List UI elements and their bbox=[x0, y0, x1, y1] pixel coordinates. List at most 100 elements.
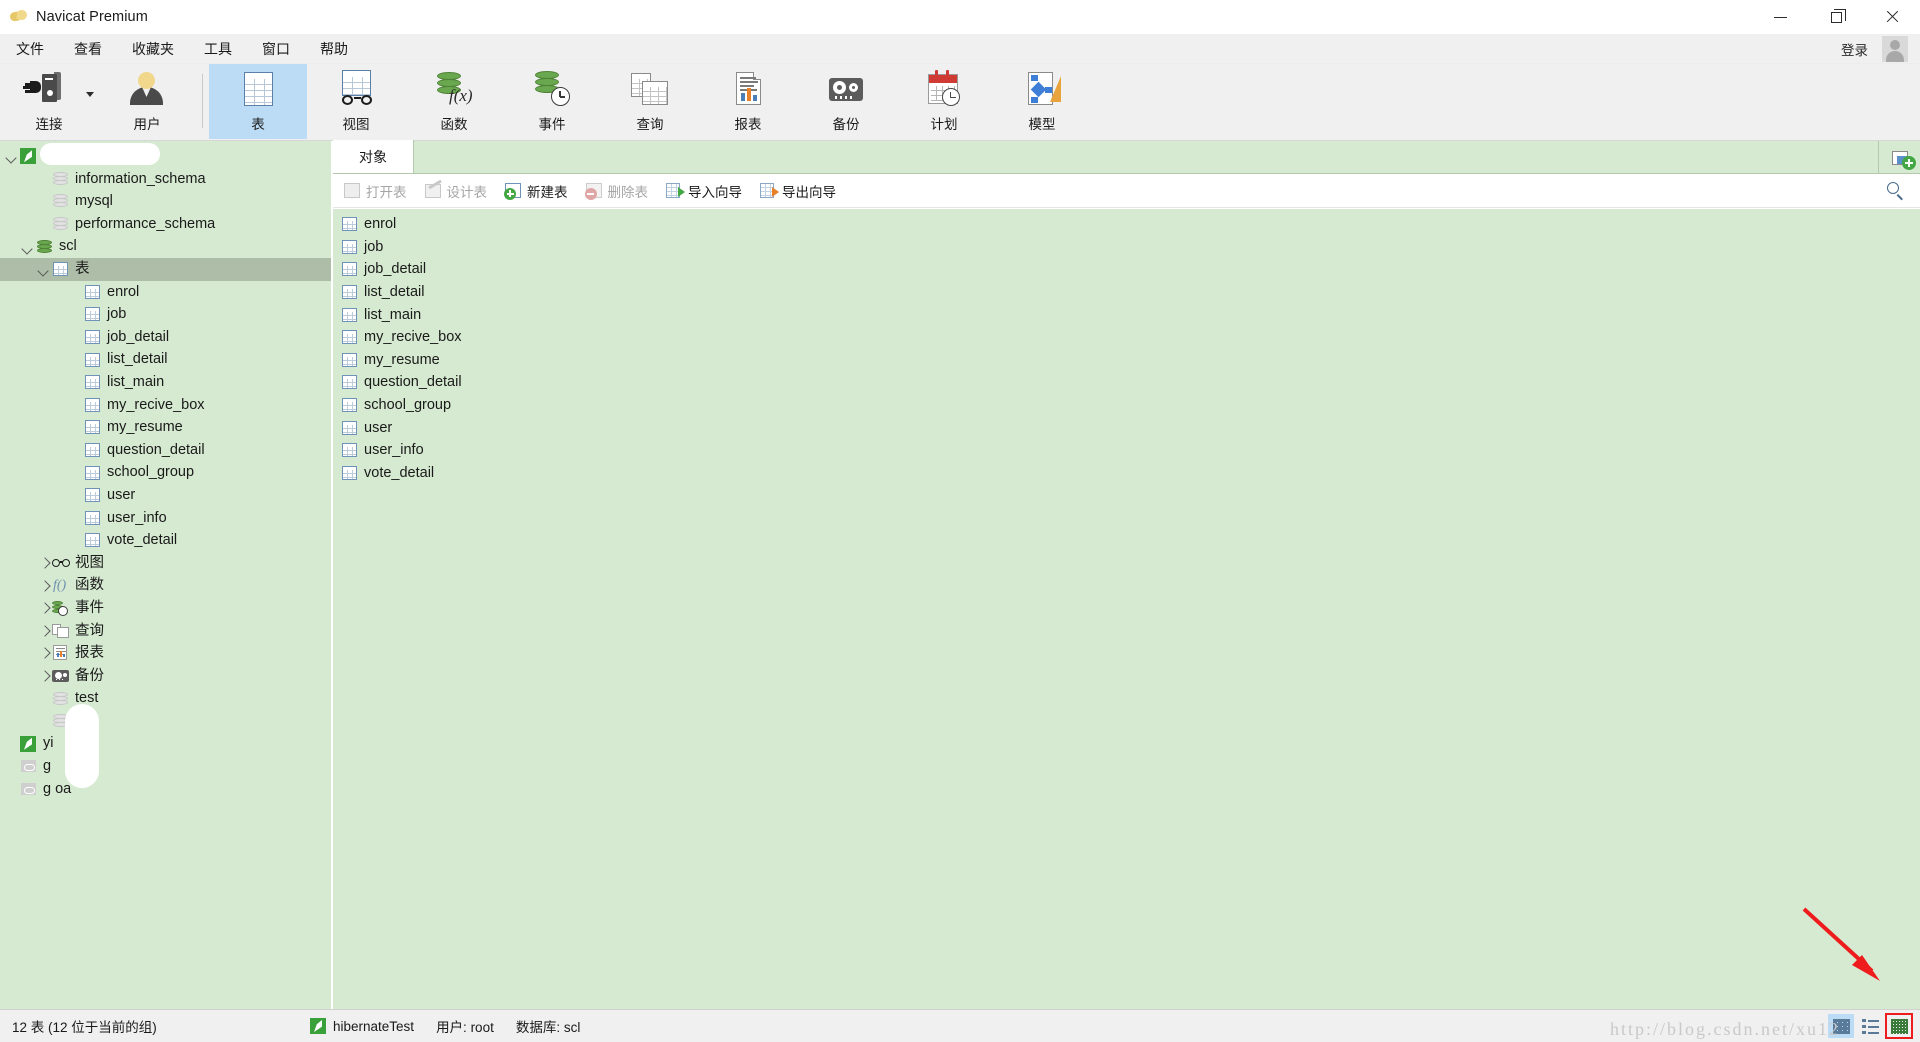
tree-row[interactable]: yi bbox=[0, 732, 333, 755]
toolbar-button-event[interactable]: 事件 bbox=[503, 64, 601, 139]
export-wizard-button[interactable]: 导出向导 bbox=[753, 178, 843, 204]
table-icon bbox=[84, 532, 102, 548]
tree-row[interactable]: xue bbox=[0, 710, 333, 733]
tree-row[interactable]: 报表 bbox=[0, 642, 333, 665]
design-table-button[interactable]: 设计表 bbox=[418, 178, 495, 204]
menu-item-file[interactable]: 文件 bbox=[2, 35, 58, 63]
tab-objects[interactable]: 对象 bbox=[333, 140, 414, 173]
toolbar-button-report[interactable]: 报表 bbox=[699, 64, 797, 139]
navicat-window: Navicat Premium 文件 查看 收藏夹 工具 窗口 帮助 登录 连接 bbox=[0, 0, 1920, 1042]
toolbar-button-table[interactable]: 表 bbox=[209, 64, 307, 139]
event-icon bbox=[52, 600, 70, 617]
menu-item-favorites[interactable]: 收藏夹 bbox=[118, 35, 188, 63]
new-tab-icon[interactable] bbox=[1878, 141, 1920, 174]
tree-row[interactable]: 表 bbox=[0, 257, 333, 281]
tree-row[interactable]: 事件 bbox=[0, 597, 333, 620]
tree-row[interactable]: 查询 bbox=[0, 619, 333, 642]
list-view-icon[interactable] bbox=[1857, 1014, 1883, 1038]
list-item[interactable]: enrol bbox=[333, 213, 1920, 236]
tree-row[interactable]: list_detail bbox=[0, 348, 333, 371]
toolbar-button-user[interactable]: 用户 bbox=[98, 64, 196, 139]
toolbar-button-connection[interactable]: 连接 bbox=[0, 64, 98, 139]
schedule-icon bbox=[921, 70, 967, 110]
minimize-icon[interactable] bbox=[1752, 0, 1808, 34]
tree-row[interactable]: job bbox=[0, 303, 333, 326]
maximize-icon[interactable] bbox=[1808, 0, 1864, 34]
chevron-down-icon[interactable] bbox=[86, 92, 94, 97]
chevron-right-icon[interactable] bbox=[36, 600, 52, 616]
menu-item-help[interactable]: 帮助 bbox=[306, 35, 362, 63]
tree-row[interactable]: my_recive_box bbox=[0, 394, 333, 417]
list-item[interactable]: list_main bbox=[333, 303, 1920, 326]
toolbar-button-model[interactable]: 模型 bbox=[993, 64, 1091, 139]
tree-row[interactable]: question_detail bbox=[0, 439, 333, 462]
import-wizard-icon bbox=[666, 182, 685, 199]
grid-view-icon[interactable] bbox=[1828, 1014, 1854, 1038]
tree-row[interactable]: school_group bbox=[0, 461, 333, 484]
tree-row[interactable]: vote_detail bbox=[0, 529, 333, 552]
content-panel: 对象 打开表 设计表 新建表 删除表 导入向导 导出向导 enrol job j… bbox=[333, 140, 1920, 1009]
close-icon[interactable] bbox=[1864, 0, 1920, 34]
tree-row[interactable]: enrol bbox=[0, 281, 333, 304]
tree-row[interactable]: g bbox=[0, 755, 333, 778]
tree-row[interactable]: 备份 bbox=[0, 665, 333, 688]
toolbar-button-backup[interactable]: 备份 bbox=[797, 64, 895, 139]
tree-row[interactable]: mysql bbox=[0, 190, 333, 213]
menu-item-tools[interactable]: 工具 bbox=[190, 35, 246, 63]
chevron-down-icon[interactable] bbox=[4, 148, 20, 164]
tree-row[interactable]: scl bbox=[0, 235, 333, 258]
list-item[interactable]: my_resume bbox=[333, 349, 1920, 372]
chevron-right-icon[interactable] bbox=[36, 623, 52, 639]
chevron-down-icon[interactable] bbox=[36, 261, 52, 277]
list-item[interactable]: school_group bbox=[333, 394, 1920, 417]
status-connection-group: hibernateTest 用户: root 数据库: scl bbox=[310, 1016, 602, 1036]
tree-row[interactable]: t bbox=[0, 145, 333, 168]
open-table-icon bbox=[344, 182, 361, 199]
detail-view-icon[interactable] bbox=[1885, 1013, 1913, 1039]
list-item[interactable]: list_detail bbox=[333, 281, 1920, 304]
chevron-right-icon[interactable] bbox=[36, 555, 52, 571]
list-item[interactable]: user bbox=[333, 416, 1920, 439]
tree-row[interactable]: list_main bbox=[0, 371, 333, 394]
tree-item-label: information_schema bbox=[75, 170, 206, 187]
tree-row[interactable]: information_schema bbox=[0, 168, 333, 191]
menu-item-window[interactable]: 窗口 bbox=[248, 35, 304, 63]
database-green-icon bbox=[36, 239, 54, 255]
tree-row[interactable]: test bbox=[0, 687, 333, 710]
login-button[interactable]: 登录 bbox=[1841, 39, 1868, 59]
toolbar-button-schedule[interactable]: 计划 bbox=[895, 64, 993, 139]
list-item[interactable]: question_detail bbox=[333, 371, 1920, 394]
table-icon bbox=[84, 329, 102, 345]
search-icon[interactable] bbox=[1886, 181, 1906, 201]
list-item[interactable]: user_info bbox=[333, 439, 1920, 462]
list-item[interactable]: my_recive_box bbox=[333, 326, 1920, 349]
chevron-down-icon[interactable] bbox=[20, 239, 36, 255]
import-wizard-button[interactable]: 导入向导 bbox=[659, 178, 749, 204]
tree-row[interactable]: user_info bbox=[0, 507, 333, 530]
tree-row[interactable]: user bbox=[0, 484, 333, 507]
chevron-right-icon[interactable] bbox=[36, 645, 52, 661]
navicat-connection-icon bbox=[20, 735, 38, 752]
new-table-button[interactable]: 新建表 bbox=[498, 178, 575, 204]
tree-row[interactable]: f() 函数 bbox=[0, 574, 333, 597]
delete-table-button[interactable]: 删除表 bbox=[579, 178, 656, 204]
user-avatar-icon[interactable] bbox=[1882, 36, 1908, 62]
tree-row[interactable]: job_detail bbox=[0, 326, 333, 349]
tree-row[interactable]: performance_schema bbox=[0, 213, 333, 236]
list-item[interactable]: job_detail bbox=[333, 258, 1920, 281]
list-item[interactable]: job bbox=[333, 236, 1920, 259]
toolbar-button-view[interactable]: 视图 bbox=[307, 64, 405, 139]
tree-row[interactable]: 视图 bbox=[0, 552, 333, 575]
open-table-button[interactable]: 打开表 bbox=[337, 178, 414, 204]
tree-row[interactable]: g oa bbox=[0, 778, 333, 801]
chevron-right-icon[interactable] bbox=[36, 578, 52, 594]
menu-item-view[interactable]: 查看 bbox=[60, 35, 116, 63]
tree-row[interactable]: my_resume bbox=[0, 416, 333, 439]
toolbar-button-query[interactable]: 查询 bbox=[601, 64, 699, 139]
chevron-right-icon[interactable] bbox=[36, 668, 52, 684]
toolbar-button-function[interactable]: f(x) 函数 bbox=[405, 64, 503, 139]
list-item[interactable]: vote_detail bbox=[333, 462, 1920, 485]
